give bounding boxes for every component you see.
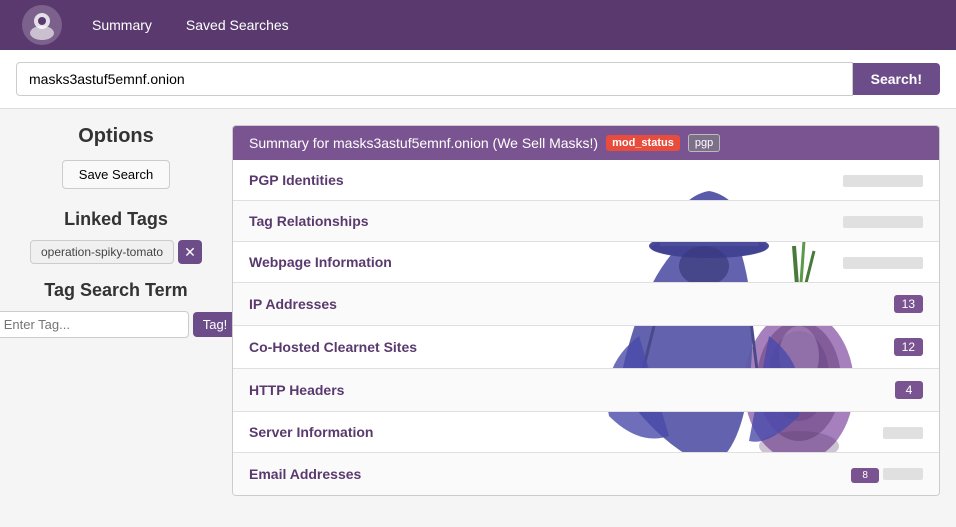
row-label: Email Addresses [233,453,533,496]
tag-search-input[interactable] [0,311,189,338]
table-row[interactable]: Email Addresses 8 [233,453,939,496]
row-value [533,242,939,283]
table-row[interactable]: Server Information [233,412,939,453]
table-row[interactable]: IP Addresses 13 [233,283,939,326]
logo [20,3,64,47]
tag-remove-button[interactable]: ✕ [178,240,202,264]
main-header: Summary Saved Searches [0,0,956,50]
tag-badge: operation-spiky-tomato [30,240,174,264]
linked-tags-title: Linked Tags [16,209,216,230]
row-value: 8 [533,453,939,496]
nav-saved-searches[interactable]: Saved Searches [174,11,301,39]
table-row[interactable]: Webpage Information [233,242,939,283]
row-value [533,160,939,201]
save-search-button[interactable]: Save Search [62,160,170,189]
row-label: Webpage Information [233,242,533,283]
summary-header: Summary for masks3astuf5emnf.onion (We S… [233,126,939,160]
table-row[interactable]: Tag Relationships [233,201,939,242]
tag-search-title: Tag Search Term [16,280,216,301]
row-label: HTTP Headers [233,369,533,412]
row-label: PGP Identities [233,160,533,201]
tag-container: operation-spiky-tomato ✕ [16,240,216,264]
table-row[interactable]: HTTP Headers 4 [233,369,939,412]
row-label: Tag Relationships [233,201,533,242]
badge-mod-status: mod_status [606,135,680,151]
nav-summary[interactable]: Summary [80,11,164,39]
row-label: Co-Hosted Clearnet Sites [233,326,533,369]
row-value: 4 [533,369,939,412]
main-content: Options Save Search Linked Tags operatio… [0,109,956,512]
row-value: 13 [533,283,939,326]
row-value: 12 [533,326,939,369]
search-input[interactable] [16,62,853,96]
table-row[interactable]: Co-Hosted Clearnet Sites 12 [233,326,939,369]
table-row[interactable]: PGP Identities [233,160,939,201]
options-title: Options [16,125,216,148]
summary-header-text: Summary for masks3astuf5emnf.onion (We S… [249,135,598,151]
search-bar-area: Search! [0,50,956,109]
badge-pgp: pgp [688,134,720,152]
summary-panel: Summary for masks3astuf5emnf.onion (We S… [232,125,940,496]
search-button[interactable]: Search! [853,63,940,95]
main-nav: Summary Saved Searches [80,11,301,39]
tag-search-button[interactable]: Tag! [193,312,238,337]
row-label: Server Information [233,412,533,453]
summary-table: PGP Identities Tag Relationships Webpage… [233,160,939,495]
row-label: IP Addresses [233,283,533,326]
row-value [533,412,939,453]
tag-search-row: Tag! [16,311,216,338]
sidebar: Options Save Search Linked Tags operatio… [16,125,216,338]
row-value [533,201,939,242]
